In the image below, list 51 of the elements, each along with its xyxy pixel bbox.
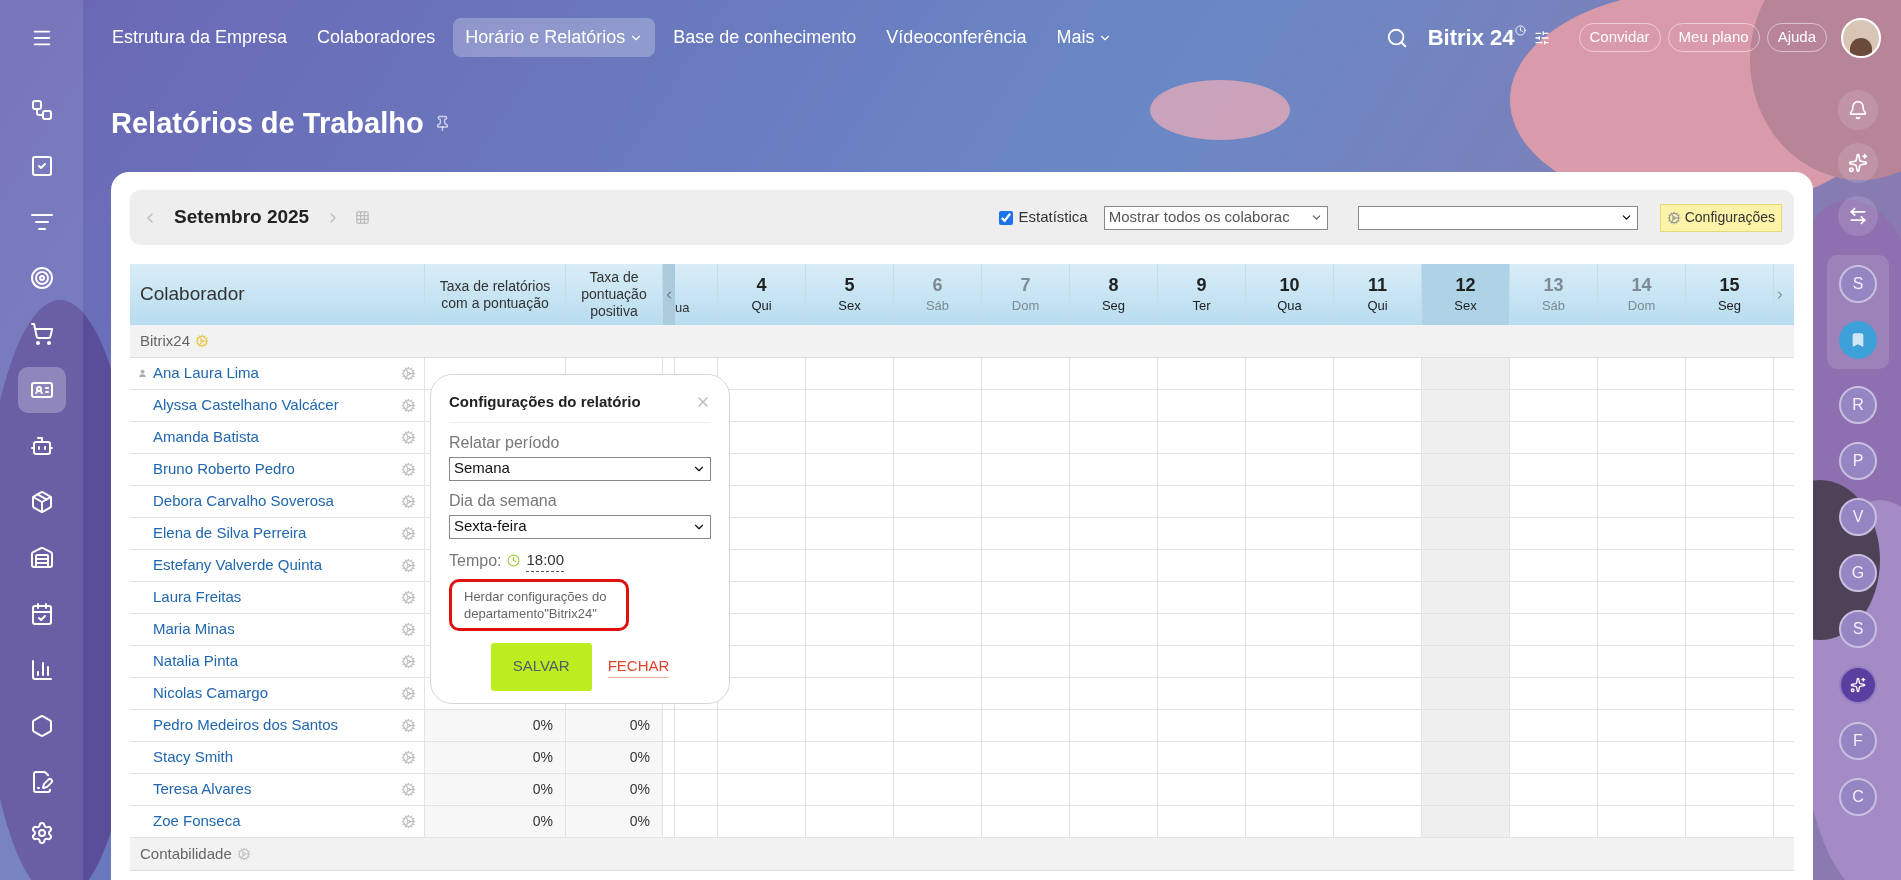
employee-link[interactable]: Alyssa Castelhano Valcácer [153,394,401,417]
inherit-link[interactable]: Herdar configurações do departamento"Bitrix24" [464,587,614,622]
employee-link[interactable]: Stacy Smith [153,746,401,769]
day-header[interactable]: 12 Sex [1422,264,1510,325]
field-label: Relatar período [449,432,561,453]
employee-link[interactable]: Zoe Fonseca [153,810,401,833]
field-label: Tempo: [449,550,502,571]
group-name: Contabilidade [140,843,232,864]
day-header: ua [675,298,690,317]
table-cell: 0% [566,710,663,741]
employee-link[interactable]: Nicolas Camargo [153,682,401,705]
logo[interactable]: Bitrix 24 [1427,21,1515,54]
employee-link[interactable]: Debora Carvalho Soverosa [153,490,401,513]
table-cell: 0% [425,742,566,773]
employee-link[interactable]: Bruno Roberto Pedro [153,458,401,481]
column-header: Taxa de relatórios com a pontuação [438,277,552,312]
field-label: Dia da semana [449,490,558,511]
employee-link[interactable]: Maria Minas [153,618,401,641]
table-cell: 0% [566,806,663,837]
employee-link[interactable]: Elena de Silva Perreira [153,522,401,545]
employee-link[interactable]: Natalia Pinta [153,650,401,673]
nav-tab[interactable]: Vídeoconferência [874,18,1039,57]
nav-tab[interactable]: Mais [1044,18,1125,57]
employee-link[interactable]: Estefany Valverde Quinta [153,554,401,577]
table-cell: 0% [425,806,566,837]
employee-link[interactable]: Laura Freitas [153,586,401,609]
popup-title: Configurações do relatório [449,392,641,412]
table-cell: 0% [425,774,566,805]
page-title: Relatórios de Trabalho [111,105,424,141]
table-cell: 0% [425,710,566,741]
nav-tab[interactable]: Estrutura da Empresa [100,18,300,57]
settings-button[interactable]: Configurações [1659,203,1782,232]
employee-link[interactable]: Pedro Medeiros dos Santos [153,714,401,737]
checkbox-label: Estatística [1018,207,1088,228]
close-link[interactable]: FECHAR [607,654,670,679]
nav-tab[interactable]: Colaboradores [305,18,448,57]
month-label: Setembro 2025 [174,205,310,230]
select-field[interactable]: Semana [449,456,711,481]
save-button[interactable]: SALVAR [490,642,592,691]
employees-select[interactable]: Mostrar todos os colaborac [1103,205,1328,230]
group-name: Bitrix24 [140,330,191,351]
nav-tab[interactable]: Base de conhecimento [661,18,869,57]
employee-link[interactable]: Amanda Batista [153,426,401,449]
table-cell: 0% [566,774,663,805]
column-header: Taxa de pontuação positiva [580,269,648,320]
column-header: Colaborador [140,282,245,307]
employee-link[interactable]: Teresa Alvares [153,778,401,801]
select-field[interactable]: Sexta-feira [449,514,711,539]
time-link[interactable]: 18:00 [526,548,564,573]
table-cell: 0% [566,742,663,773]
employee-link[interactable]: Ana Laura Lima [153,362,401,385]
